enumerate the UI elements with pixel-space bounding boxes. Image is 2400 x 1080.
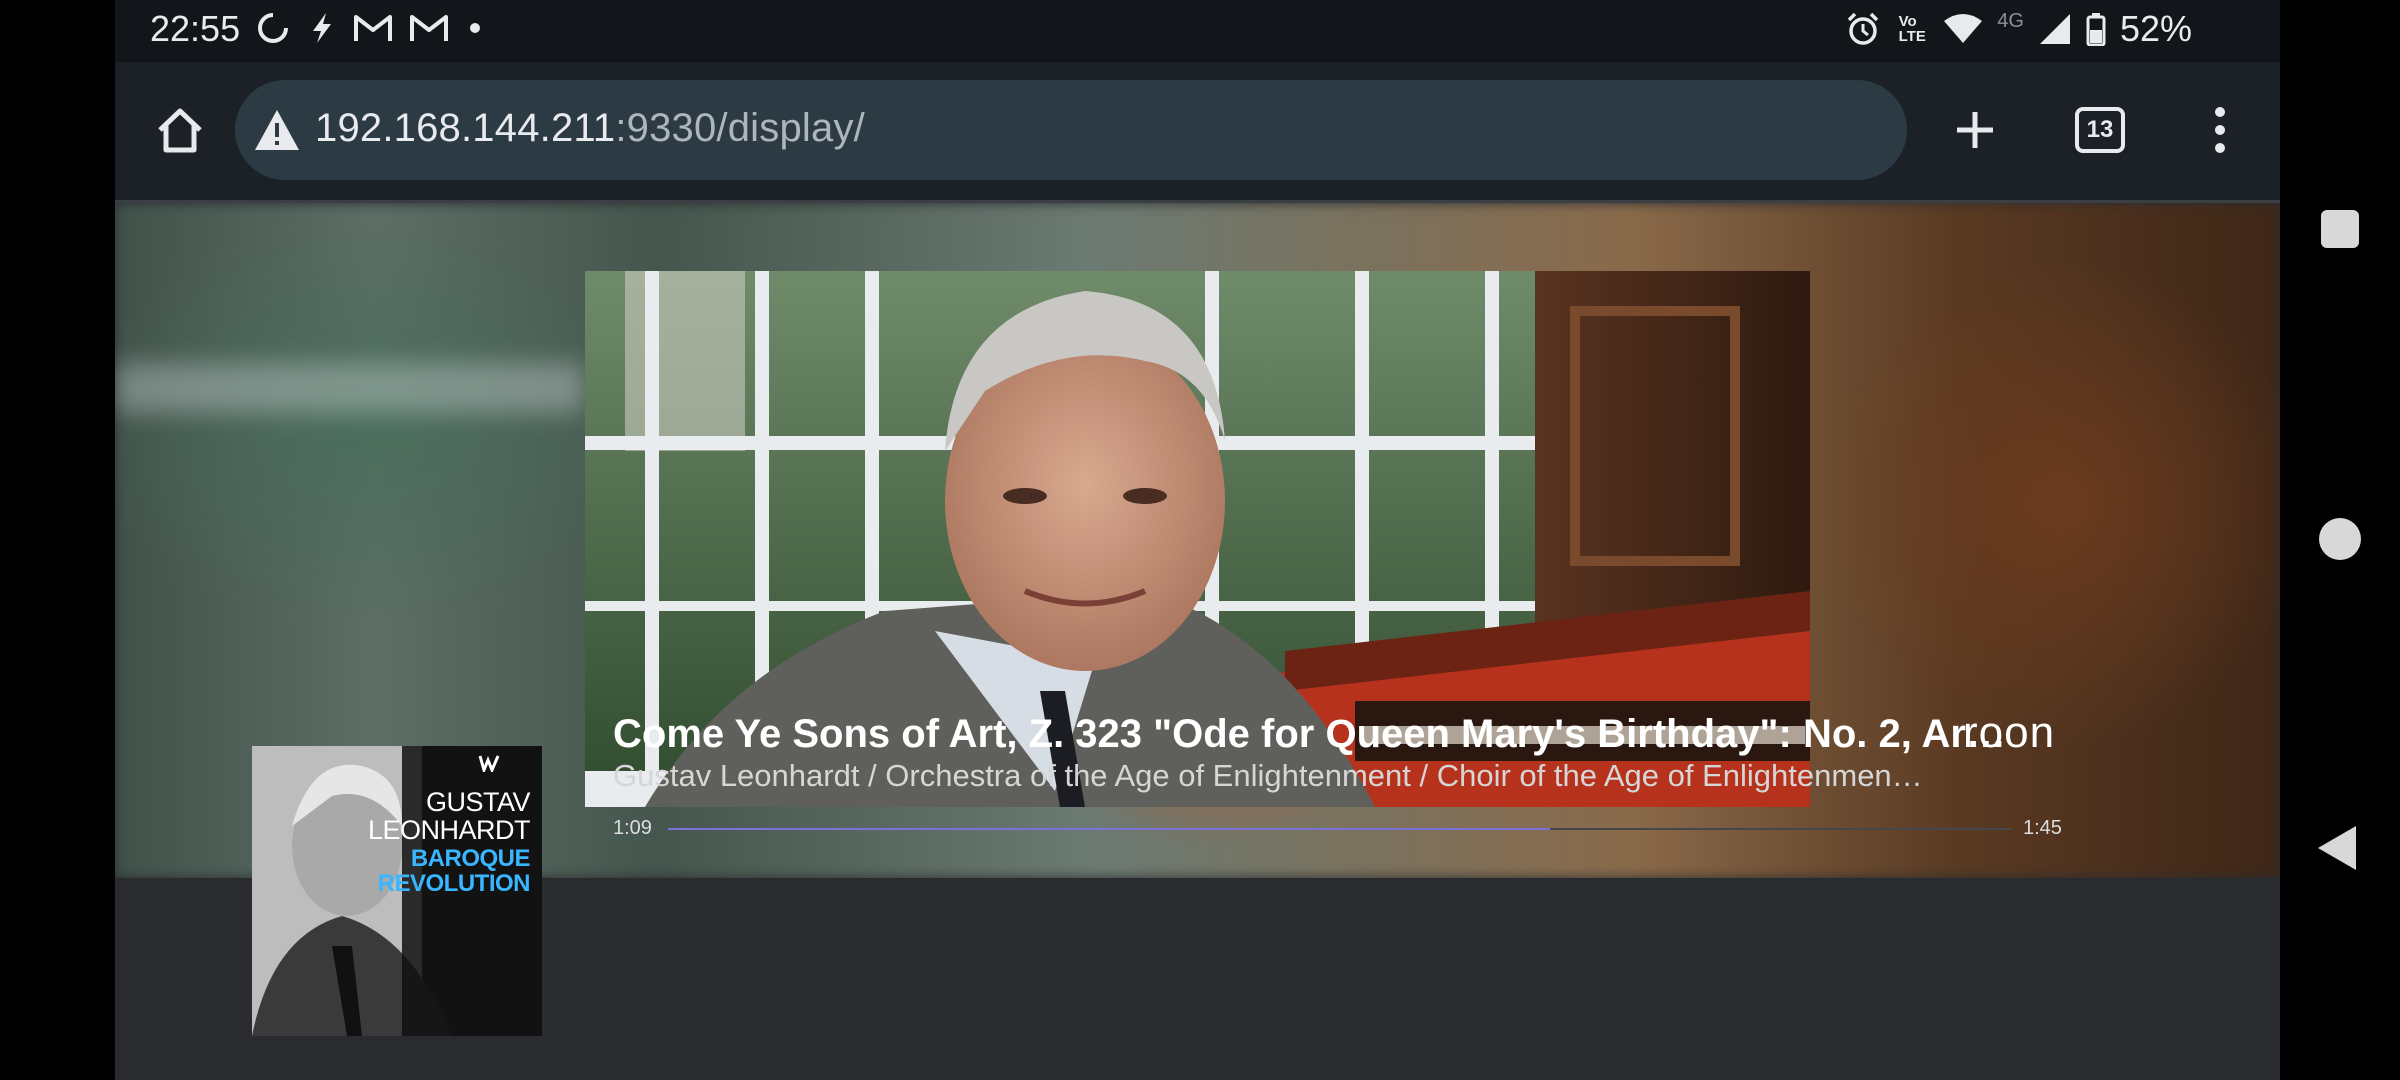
browser-toolbar: 192.168.144.211:9330/display/ 13: [115, 62, 2280, 203]
status-time: 22:55: [150, 8, 241, 49]
dot-icon: [465, 18, 485, 38]
url-path: :9330/display/: [615, 106, 865, 150]
plus-icon: [1957, 112, 1993, 148]
wifi-icon: [1943, 13, 1983, 45]
tab-switcher-button[interactable]: 13: [2070, 100, 2130, 160]
album-artist-text: GUSTAV LEONHARDT: [367, 787, 531, 845]
progress-bar[interactable]: [668, 828, 2011, 830]
url-text[interactable]: 192.168.144.211:9330/display/: [315, 106, 865, 151]
volte-icon: Vo LTE: [1898, 13, 1926, 45]
network-type: 4G: [1997, 10, 2024, 32]
album-artist-line1: GUSTAV: [425, 787, 531, 817]
home-button[interactable]: [150, 100, 210, 160]
menu-button[interactable]: [2190, 100, 2250, 160]
album-title-line2: REVOLUTION: [377, 870, 531, 897]
android-nav-bar: [2280, 0, 2400, 1080]
address-bar[interactable]: 192.168.144.211:9330/display/: [235, 80, 1907, 180]
album-artist-line2: LEONHARDT: [367, 815, 531, 845]
sync-icon: [255, 10, 291, 46]
recents-button[interactable]: [2321, 210, 2359, 248]
home-nav-button[interactable]: [2319, 518, 2361, 560]
notification-icons: [255, 10, 485, 46]
album-title-line1: BAROQUE: [410, 845, 531, 872]
status-bar: 22:55 Vo LTE 4G 52%: [115, 0, 2280, 62]
gmail-icon: [409, 13, 449, 43]
url-host: 192.168.144.211: [315, 106, 616, 150]
gmail-icon: [353, 13, 393, 43]
track-title: Come Ye Sons of Art, Z. 323 "Ode for Que…: [613, 712, 2006, 756]
album-title-text: BAROQUE REVOLUTION: [377, 845, 531, 897]
warner-logo: [478, 755, 500, 772]
elapsed-time: 1:09: [613, 817, 652, 839]
bolt-icon: [307, 11, 337, 45]
battery-icon: [2086, 12, 2106, 46]
progress-fill: [668, 828, 1551, 830]
more-vert-icon: [2215, 107, 2225, 153]
tab-count: 13: [2075, 107, 2125, 153]
blurred-background-highlight: [115, 363, 585, 413]
roon-logo: roon: [1963, 708, 2056, 757]
battery-percent: 52%: [2119, 8, 2192, 49]
signal-icon: [2038, 12, 2072, 46]
phone-screen: 22:55 Vo LTE 4G 52% 192.168.144.211:9330…: [115, 0, 2280, 1080]
alarm-icon: [1845, 11, 1881, 47]
warning-icon[interactable]: [253, 108, 301, 152]
roon-display: GUSTAV LEONHARDT BAROQUE REVOLUTION Come…: [115, 203, 2280, 1080]
system-icons: Vo LTE 4G 52%: [1845, 8, 2192, 50]
duration-time: 1:45: [2023, 817, 2062, 839]
new-tab-button[interactable]: [1945, 100, 2005, 160]
home-icon: [158, 108, 202, 153]
back-button[interactable]: [2318, 826, 2356, 870]
album-art: GUSTAV LEONHARDT BAROQUE REVOLUTION: [252, 746, 542, 1036]
track-artists: Gustav Leonhardt / Orchestra of the Age …: [613, 758, 1923, 793]
